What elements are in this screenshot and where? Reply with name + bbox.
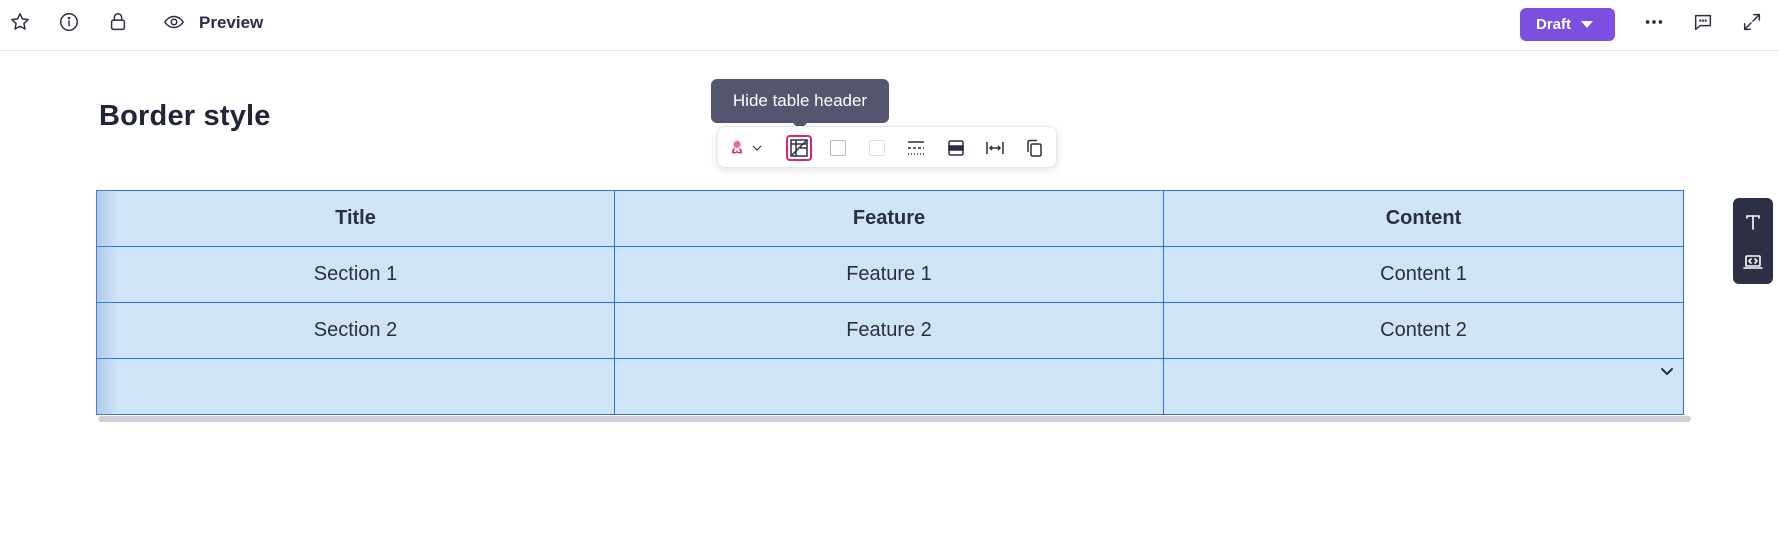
border-style-icon — [908, 141, 924, 155]
table-style-button[interactable] — [728, 135, 772, 161]
fit-width-icon — [986, 142, 1004, 154]
duplicate-icon — [1027, 139, 1042, 157]
comment-icon[interactable] — [1691, 10, 1715, 34]
border-color-button[interactable] — [825, 135, 851, 161]
text-icon[interactable] — [1741, 210, 1765, 234]
page-title[interactable]: Border style — [99, 100, 271, 133]
hide-header-icon — [790, 139, 808, 157]
table-cell[interactable] — [614, 358, 1164, 415]
table-cell[interactable]: Content 1 — [1163, 246, 1684, 303]
table-toolbar — [717, 126, 1057, 168]
chevron-down-icon — [752, 145, 762, 151]
cell-color-swatch — [869, 140, 885, 156]
row-toggle-button[interactable] — [943, 135, 969, 161]
expand-icon[interactable] — [1740, 10, 1764, 34]
row-toggle-icon — [948, 140, 964, 156]
cell-menu-chevron-icon[interactable] — [1658, 363, 1676, 381]
cell-color-button[interactable] — [864, 135, 890, 161]
data-table: Title Feature Content Section 1 Feature … — [96, 190, 1684, 415]
table-row — [96, 358, 1684, 415]
table-header-row: Title Feature Content — [96, 190, 1684, 247]
preview-button[interactable]: Preview — [199, 13, 263, 33]
side-toolbar — [1733, 198, 1773, 284]
table-cell[interactable] — [1163, 358, 1684, 415]
table-cell[interactable]: Feature 2 — [614, 302, 1164, 359]
table-row: Section 1 Feature 1 Content 1 — [96, 246, 1684, 303]
table-cell[interactable]: Feature 1 — [614, 246, 1164, 303]
lock-icon[interactable] — [106, 10, 130, 34]
more-icon[interactable] — [1642, 10, 1666, 34]
table-container: Title Feature Content Section 1 Feature … — [96, 190, 1684, 415]
hide-header-button[interactable] — [786, 135, 812, 161]
tooltip: Hide table header — [711, 79, 889, 130]
star-icon[interactable] — [8, 10, 32, 34]
duplicate-button[interactable] — [1021, 135, 1047, 161]
horizontal-scrollbar[interactable] — [98, 416, 1691, 422]
info-icon[interactable] — [57, 10, 81, 34]
caret-down-icon — [1581, 21, 1594, 28]
table-row: Section 2 Feature 2 Content 2 — [96, 302, 1684, 359]
table-style-icon — [731, 140, 743, 154]
header-cell[interactable]: Feature — [614, 190, 1164, 247]
draft-label: Draft — [1536, 16, 1572, 33]
border-color-swatch — [830, 140, 846, 156]
header-cell[interactable]: Content — [1163, 190, 1684, 247]
draft-status-button[interactable]: Draft — [1520, 8, 1615, 41]
table-cell[interactable]: Section 1 — [96, 246, 615, 303]
table-cell[interactable]: Content 2 — [1163, 302, 1684, 359]
fit-width-button[interactable] — [982, 135, 1008, 161]
border-style-button[interactable] — [903, 135, 929, 161]
eye-icon[interactable] — [162, 10, 186, 34]
table-cell[interactable]: Section 2 — [96, 302, 615, 359]
top-bar: Preview Draft — [0, 0, 1779, 51]
embed-icon[interactable] — [1741, 250, 1765, 274]
table-cell[interactable] — [96, 358, 615, 415]
header-cell[interactable]: Title — [96, 190, 615, 247]
